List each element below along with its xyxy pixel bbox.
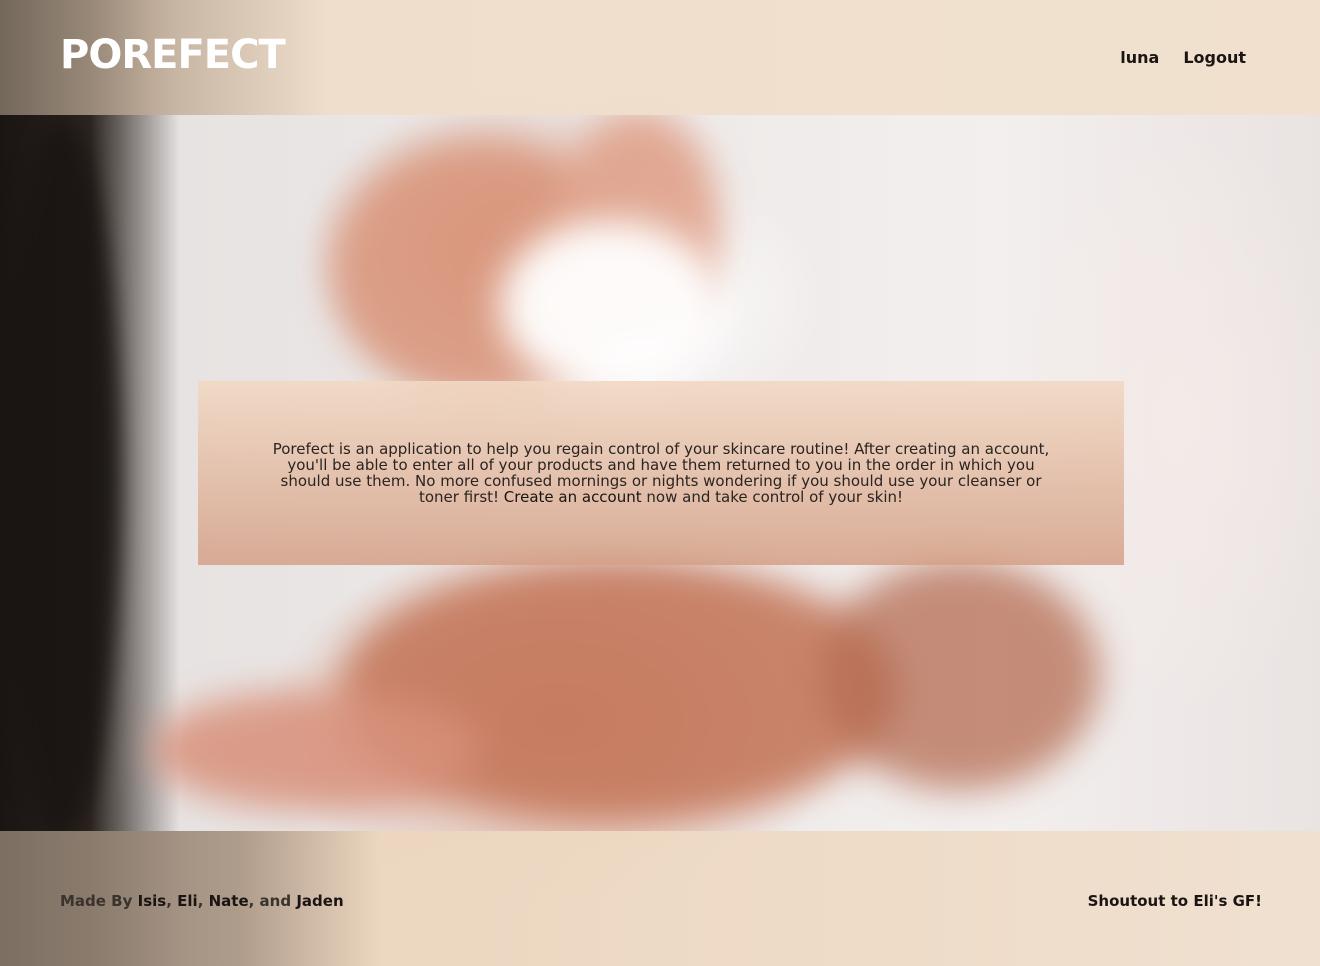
site-logo[interactable]: POREFECT	[60, 30, 286, 80]
about-panel: Porefect is an application to help you r…	[198, 381, 1124, 565]
author-name: Jaden	[296, 892, 344, 910]
about-text: Porefect is an application to help you r…	[262, 441, 1060, 505]
nav-logout-link[interactable]: Logout	[1183, 48, 1246, 67]
author-separator: ,	[197, 892, 209, 910]
page: POREFECT luna Logout Porefect is an appl…	[0, 0, 1320, 966]
author-separator: , and	[248, 892, 297, 910]
create-account-link[interactable]: Create an account	[504, 488, 642, 506]
about-text-outro: now and take control of your skin!	[641, 488, 904, 506]
background-pump-bottle	[500, 220, 720, 390]
credits: Made By Isis, Eli, Nate, and Jaden	[60, 892, 344, 910]
author-separator: ,	[166, 892, 178, 910]
top-nav: luna Logout	[1120, 48, 1246, 67]
author-name: Eli	[177, 892, 198, 910]
site-footer: Made By Isis, Eli, Nate, and Jaden Shout…	[0, 831, 1320, 966]
shoutout-text: Shoutout to Eli's GF!	[1087, 892, 1262, 910]
site-header: POREFECT luna Logout	[0, 0, 1320, 115]
background-thumb	[150, 690, 480, 810]
author-name: Nate	[208, 892, 249, 910]
background-wrist	[820, 560, 1100, 790]
background-dark-edge	[0, 120, 120, 840]
made-by-label: Made By	[60, 892, 133, 910]
nav-user-link[interactable]: luna	[1120, 48, 1159, 67]
author-name: Isis	[137, 892, 167, 910]
